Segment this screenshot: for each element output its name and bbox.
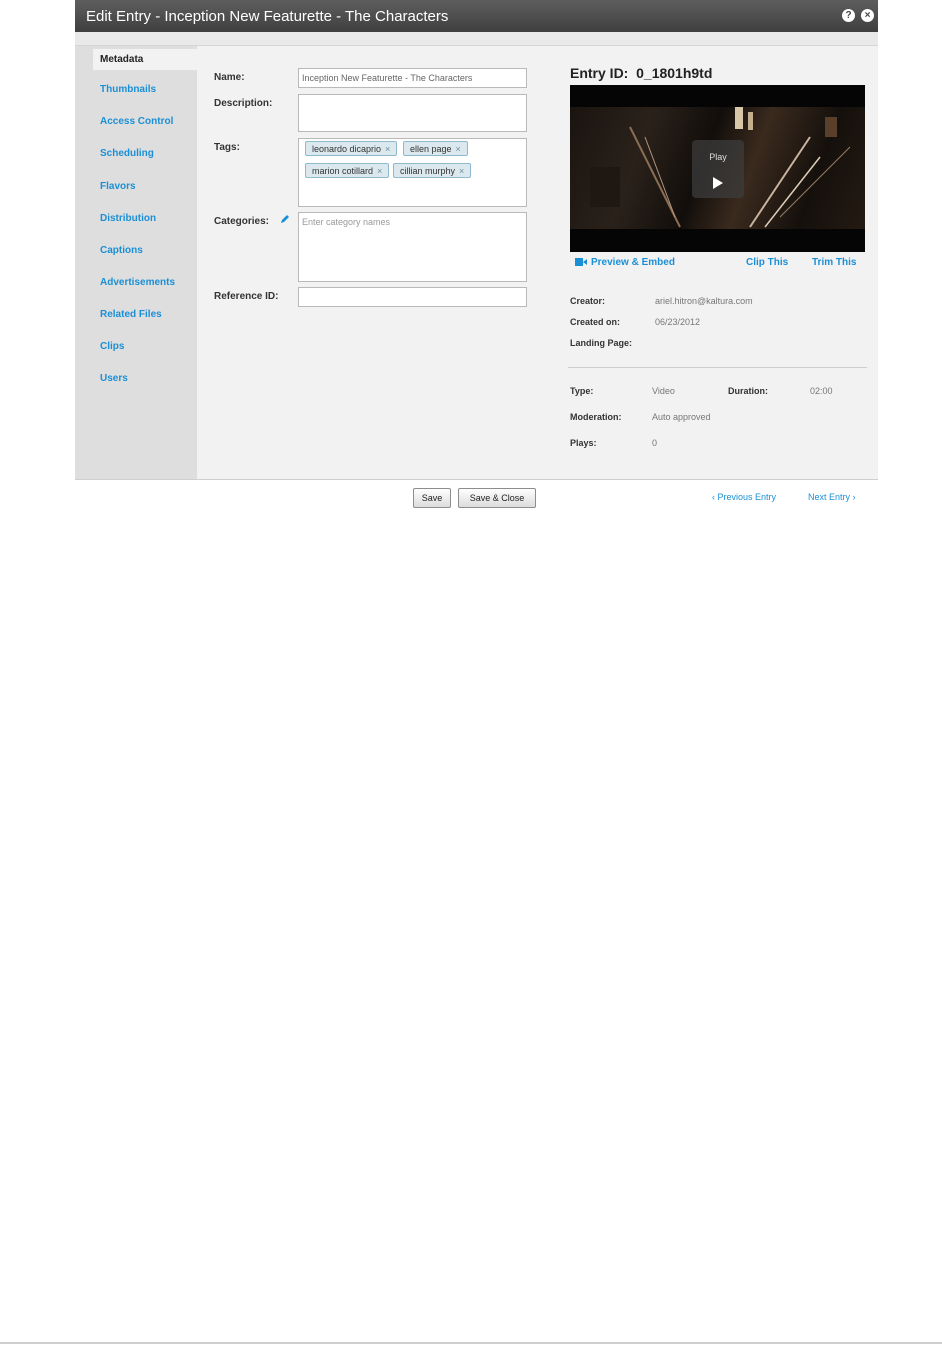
previous-entry-link[interactable]: ‹ Previous Entry xyxy=(712,492,776,502)
created-on-value: 06/23/2012 xyxy=(655,317,701,327)
tag-chip: cillian murphy × xyxy=(393,163,472,178)
categories-placeholder: Enter category names xyxy=(302,217,391,227)
play-button[interactable]: Play xyxy=(692,140,744,198)
moderation-value: Auto approved xyxy=(652,412,711,422)
reference-id-field[interactable] xyxy=(298,287,527,307)
preview-embed-link[interactable]: Preview & Embed xyxy=(591,257,675,268)
sidebar-item-advertisements[interactable]: Advertisements xyxy=(100,277,175,288)
categories-field[interactable]: Enter category names xyxy=(298,212,527,282)
trim-this-link[interactable]: Trim This xyxy=(812,257,856,268)
sidebar-item-captions[interactable]: Captions xyxy=(100,245,143,256)
dialog-body: Metadata Thumbnails Access Control Sched… xyxy=(75,46,878,479)
creator-value: ariel.hitron@kaltura.com xyxy=(655,296,753,306)
name-value: Inception New Featurette - The Character… xyxy=(302,73,473,83)
reference-id-label: Reference ID: xyxy=(214,291,279,302)
plays-value: 0 xyxy=(652,438,658,448)
save-button[interactable]: Save xyxy=(413,488,451,508)
tag-remove-icon[interactable]: × xyxy=(385,144,390,154)
sidebar-item-distribution[interactable]: Distribution xyxy=(100,213,156,224)
close-icon[interactable]: × xyxy=(861,9,874,22)
tags-label: Tags: xyxy=(214,142,240,153)
created-on-label: Created on: xyxy=(570,317,621,327)
description-field[interactable] xyxy=(298,94,527,132)
sidebar-item-access-control[interactable]: Access Control xyxy=(100,116,173,127)
tag-chip: marion cotillard × xyxy=(305,163,390,178)
page-bottom-rule xyxy=(0,1342,942,1344)
dialog-title: Edit Entry - Inception New Featurette - … xyxy=(86,8,449,25)
duration-label: Duration: xyxy=(728,386,768,396)
sidebar-item-related-files[interactable]: Related Files xyxy=(100,309,162,320)
tag-remove-icon[interactable]: × xyxy=(377,166,382,176)
creator-label: Creator: xyxy=(570,296,606,306)
sidebar-item-users[interactable]: Users xyxy=(100,373,128,384)
entry-id-value: 0_1801h9td xyxy=(636,65,713,81)
chevron-left-icon: ‹ xyxy=(712,492,715,502)
save-close-button[interactable]: Save & Close xyxy=(458,488,536,508)
sidebar-item-label: Metadata xyxy=(100,54,144,65)
name-label: Name: xyxy=(214,72,245,83)
dialog-titlebar: Edit Entry - Inception New Featurette - … xyxy=(75,0,878,32)
name-field[interactable]: Inception New Featurette - The Character… xyxy=(298,68,527,88)
plays-label: Plays: xyxy=(570,438,597,448)
tag-chip: ellen page × xyxy=(403,141,468,156)
play-icon xyxy=(713,177,723,189)
tag-chip: leonardo dicaprio × xyxy=(305,141,398,156)
clip-this-link[interactable]: Clip This xyxy=(746,257,788,268)
info-divider xyxy=(568,367,867,368)
footer-divider xyxy=(75,479,878,480)
type-value: Video xyxy=(652,386,675,396)
tag-remove-icon[interactable]: × xyxy=(456,144,461,154)
chevron-right-icon: › xyxy=(852,492,856,502)
description-label: Description: xyxy=(214,98,273,109)
play-label: Play xyxy=(709,152,727,162)
pencil-icon[interactable] xyxy=(280,214,290,224)
help-icon[interactable]: ? xyxy=(842,9,855,22)
landing-page-label: Landing Page: xyxy=(570,338,633,348)
type-label: Type: xyxy=(570,386,594,396)
sidebar-item-scheduling[interactable]: Scheduling xyxy=(100,148,154,159)
duration-value: 02:00 xyxy=(810,386,833,396)
moderation-label: Moderation: xyxy=(570,412,622,422)
dialog-subbar xyxy=(75,32,878,46)
sidebar-item-flavors[interactable]: Flavors xyxy=(100,181,136,192)
edit-entry-dialog: Edit Entry - Inception New Featurette - … xyxy=(75,0,878,512)
sidebar: Metadata Thumbnails Access Control Sched… xyxy=(75,46,197,479)
video-camera-icon xyxy=(575,258,587,266)
sidebar-item-thumbnails[interactable]: Thumbnails xyxy=(100,84,156,95)
categories-label: Categories: xyxy=(214,216,270,227)
video-player[interactable]: Play xyxy=(570,85,865,252)
sidebar-item-clips[interactable]: Clips xyxy=(100,341,124,352)
tag-remove-icon[interactable]: × xyxy=(459,166,464,176)
sidebar-item-metadata[interactable]: Metadata xyxy=(93,49,197,70)
entry-id: Entry ID: 0_1801h9td xyxy=(570,65,713,81)
next-entry-link[interactable]: Next Entry › xyxy=(808,492,856,502)
tags-field[interactable]: leonardo dicaprio × ellen page × marion co… xyxy=(298,138,527,207)
